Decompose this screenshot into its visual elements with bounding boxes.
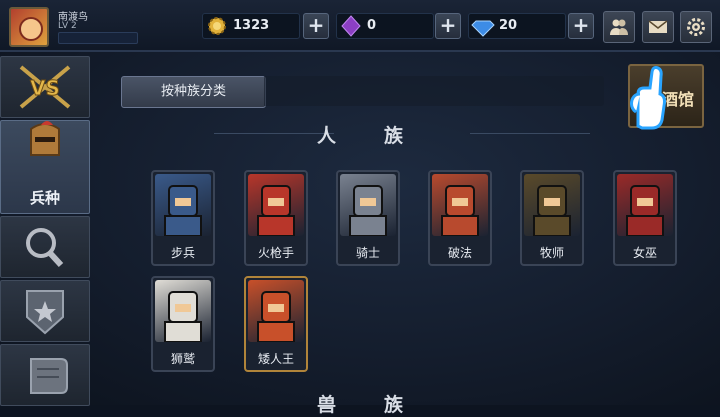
unit-name: 步兵: [170, 246, 195, 260]
sidebar-tab-units-label: 兵种: [29, 189, 60, 207]
add-crystal-button[interactable]: +: [435, 13, 461, 39]
diamond-counter: 20: [468, 13, 566, 39]
avatar-face: [19, 17, 43, 41]
unit-card[interactable]: 牧师: [520, 170, 584, 266]
section-beast: 兽族: [316, 394, 451, 416]
sidebar: VS 兵种: [0, 56, 90, 406]
friends-icon: [610, 19, 628, 35]
purple-crystal-icon: [341, 15, 361, 37]
unit-name: 矮人王: [257, 352, 294, 366]
blue-diamond-icon: [471, 20, 495, 37]
mail-icon: [648, 20, 668, 33]
top-bar: 南渡鸟 LV 2 1323 + 0 + 20 +: [0, 0, 720, 52]
filter-by-race-button[interactable]: 按种族分类: [121, 76, 266, 108]
player-level: LV 2: [58, 21, 77, 31]
unit-name: 破法: [447, 246, 472, 260]
unit-card[interactable]: 女巫: [613, 170, 677, 266]
unit-card[interactable]: 骑士: [336, 170, 400, 266]
unit-portrait: [617, 174, 673, 236]
sidebar-tab-search[interactable]: [0, 216, 90, 278]
unit-portrait: [432, 174, 488, 236]
unit-card[interactable]: 破法: [428, 170, 492, 266]
unit-name: 牧师: [539, 246, 564, 260]
gold-gear-icon: [208, 17, 226, 35]
diamond-value: 20: [499, 18, 518, 33]
mail-button[interactable]: [642, 11, 674, 43]
sidebar-tab-battle[interactable]: VS: [0, 56, 90, 118]
add-gold-button[interactable]: +: [303, 13, 329, 39]
unit-portrait: [248, 280, 304, 342]
friends-button[interactable]: [603, 11, 635, 43]
unit-name: 骑士: [355, 246, 380, 260]
gold-counter: 1323: [202, 13, 300, 39]
magnifier-icon: [26, 228, 64, 268]
unit-card[interactable]: 狮鹫: [151, 276, 215, 372]
add-diamond-button[interactable]: +: [568, 13, 594, 39]
section-human: 人族: [316, 125, 451, 147]
unit-name: 狮鹫: [170, 352, 195, 366]
sidebar-tab-guild[interactable]: [0, 280, 90, 342]
settings-gear-icon: [687, 18, 705, 36]
vs-swords-icon: VS: [19, 65, 71, 109]
crystal-value: 0: [367, 18, 377, 33]
unit-card[interactable]: 矮人王: [244, 276, 308, 372]
unit-card[interactable]: 火枪手: [244, 170, 308, 266]
unit-portrait: [155, 280, 211, 342]
player-avatar[interactable]: [9, 7, 49, 47]
xp-bar: [58, 32, 138, 44]
unit-card[interactable]: 步兵: [151, 170, 215, 266]
game-screen: 南渡鸟 LV 2 1323 + 0 + 20 + VS 兵种 按种族分类 酒馆 …: [0, 0, 720, 416]
crystal-counter: 0: [336, 13, 434, 39]
svg-text:VS: VS: [30, 76, 60, 100]
unit-portrait: [248, 174, 304, 236]
unit-name: 火枪手: [257, 246, 294, 260]
unit-name: 女巫: [632, 246, 657, 260]
settings-button[interactable]: [680, 11, 712, 43]
shield-banner-icon: [26, 290, 64, 335]
unit-portrait: [524, 174, 580, 236]
unit-portrait: [340, 174, 396, 236]
gold-value: 1323: [233, 18, 270, 33]
filter-bar: [264, 76, 604, 106]
unit-portrait: [155, 174, 211, 236]
